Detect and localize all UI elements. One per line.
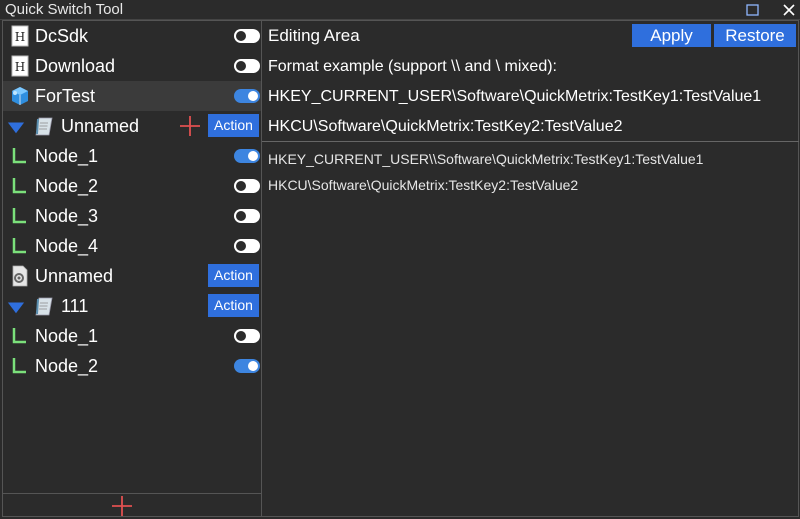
edit-line-2: HKCU\Software\QuickMetrix:TestKey2:TestV… — [268, 177, 579, 193]
enable-toggle[interactable] — [234, 239, 260, 253]
title-bar: Quick Switch Tool — [0, 0, 800, 20]
enable-toggle[interactable] — [234, 29, 260, 43]
tree-item-fortest[interactable]: ForTest — [3, 81, 261, 111]
editing-area-title: Editing Area — [268, 26, 360, 45]
action-button[interactable]: Action — [208, 114, 259, 137]
tree-item-node-1[interactable]: Node_1 — [3, 141, 261, 171]
expand-arrow-icon[interactable] — [7, 118, 25, 136]
enable-toggle[interactable] — [234, 359, 260, 373]
close-icon[interactable] — [781, 2, 797, 18]
toggle-knob — [248, 151, 258, 161]
tree-item-label: DcSdk — [35, 26, 89, 46]
toggle-knob — [236, 31, 246, 41]
format-hint: Format example (support \\ and \ mixed): — [268, 58, 557, 75]
tree-item-label: Unnamed — [61, 116, 140, 136]
tree-bottom-divider — [3, 493, 261, 494]
enable-toggle[interactable] — [234, 89, 260, 103]
tree-item-label: Node_1 — [35, 146, 99, 166]
expand-arrow-icon[interactable] — [7, 298, 25, 316]
toggle-knob — [236, 181, 246, 191]
toggle-knob — [236, 211, 246, 221]
maximize-icon[interactable] — [745, 2, 761, 18]
toggle-knob — [248, 361, 258, 371]
tree-item-label: Node_4 — [35, 236, 99, 256]
enable-toggle[interactable] — [234, 59, 260, 73]
tree-item-download[interactable]: H Download — [3, 51, 261, 81]
file-h-icon: H — [9, 25, 31, 47]
restore-button[interactable]: Restore — [714, 24, 796, 47]
node-icon — [9, 235, 31, 257]
enable-toggle[interactable] — [234, 209, 260, 223]
tree-item-node-2[interactable]: Node_2 — [3, 171, 261, 201]
toggle-knob — [248, 91, 258, 101]
node-icon — [9, 205, 31, 227]
node-icon — [9, 325, 31, 347]
tree-item-unnamed[interactable]: Unnamed Action — [3, 261, 261, 291]
tree-item-dcsdk[interactable]: H DcSdk — [3, 21, 261, 51]
window-title: Quick Switch Tool — [5, 1, 124, 18]
tree-item-label: Download — [35, 56, 116, 76]
apply-button[interactable]: Apply — [632, 24, 711, 47]
gear-file-icon — [9, 265, 31, 287]
cube-icon — [9, 85, 31, 107]
tree-item-node-1[interactable]: Node_1 — [3, 321, 261, 351]
tree-item-unnamed[interactable]: Unnamed Action — [3, 111, 261, 141]
enable-toggle[interactable] — [234, 329, 260, 343]
tree-item-node-3[interactable]: Node_3 — [3, 201, 261, 231]
svg-text:H: H — [15, 30, 25, 44]
node-icon — [9, 145, 31, 167]
toggle-knob — [236, 61, 246, 71]
action-button[interactable]: Action — [208, 294, 259, 317]
edit-textarea[interactable]: HKEY_CURRENT_USER\\Software\QuickMetrix:… — [262, 142, 799, 516]
editing-panel: Editing Area Apply Restore Format exampl… — [262, 20, 799, 517]
node-icon — [9, 175, 31, 197]
tree-item-node-4[interactable]: Node_4 — [3, 231, 261, 261]
file-h-icon: H — [9, 55, 31, 77]
tree-item-label: Unnamed — [35, 266, 114, 286]
action-button[interactable]: Action — [208, 264, 259, 287]
tree-item-label: ForTest — [35, 86, 96, 106]
add-node-icon[interactable] — [179, 115, 201, 137]
enable-toggle[interactable] — [234, 179, 260, 193]
tree-item-node-2[interactable]: Node_2 — [3, 351, 261, 381]
add-group-icon[interactable] — [111, 495, 133, 517]
edit-line-1: HKEY_CURRENT_USER\\Software\QuickMetrix:… — [268, 151, 704, 167]
tree-item-label: Node_2 — [35, 176, 99, 196]
format-example-1: HKEY_CURRENT_USER\Software\QuickMetrix:T… — [268, 88, 762, 105]
toggle-knob — [236, 331, 246, 341]
tree-item-label: Node_1 — [35, 326, 99, 346]
enable-toggle[interactable] — [234, 149, 260, 163]
format-example-2: HKCU\Software\QuickMetrix:TestKey2:TestV… — [268, 118, 623, 135]
notebook-icon — [33, 115, 55, 137]
node-icon — [9, 355, 31, 377]
tree-item-label: 111 — [61, 296, 89, 316]
tree-item-label: Node_2 — [35, 356, 99, 376]
svg-text:H: H — [15, 60, 25, 74]
toggle-knob — [236, 241, 246, 251]
tree-item-111[interactable]: 111 Action — [3, 291, 261, 321]
tree-item-label: Node_3 — [35, 206, 99, 226]
tree-panel: H DcSdk H Download ForTest Unnamed Action Node_… — [2, 20, 262, 517]
notebook-icon — [33, 295, 55, 317]
